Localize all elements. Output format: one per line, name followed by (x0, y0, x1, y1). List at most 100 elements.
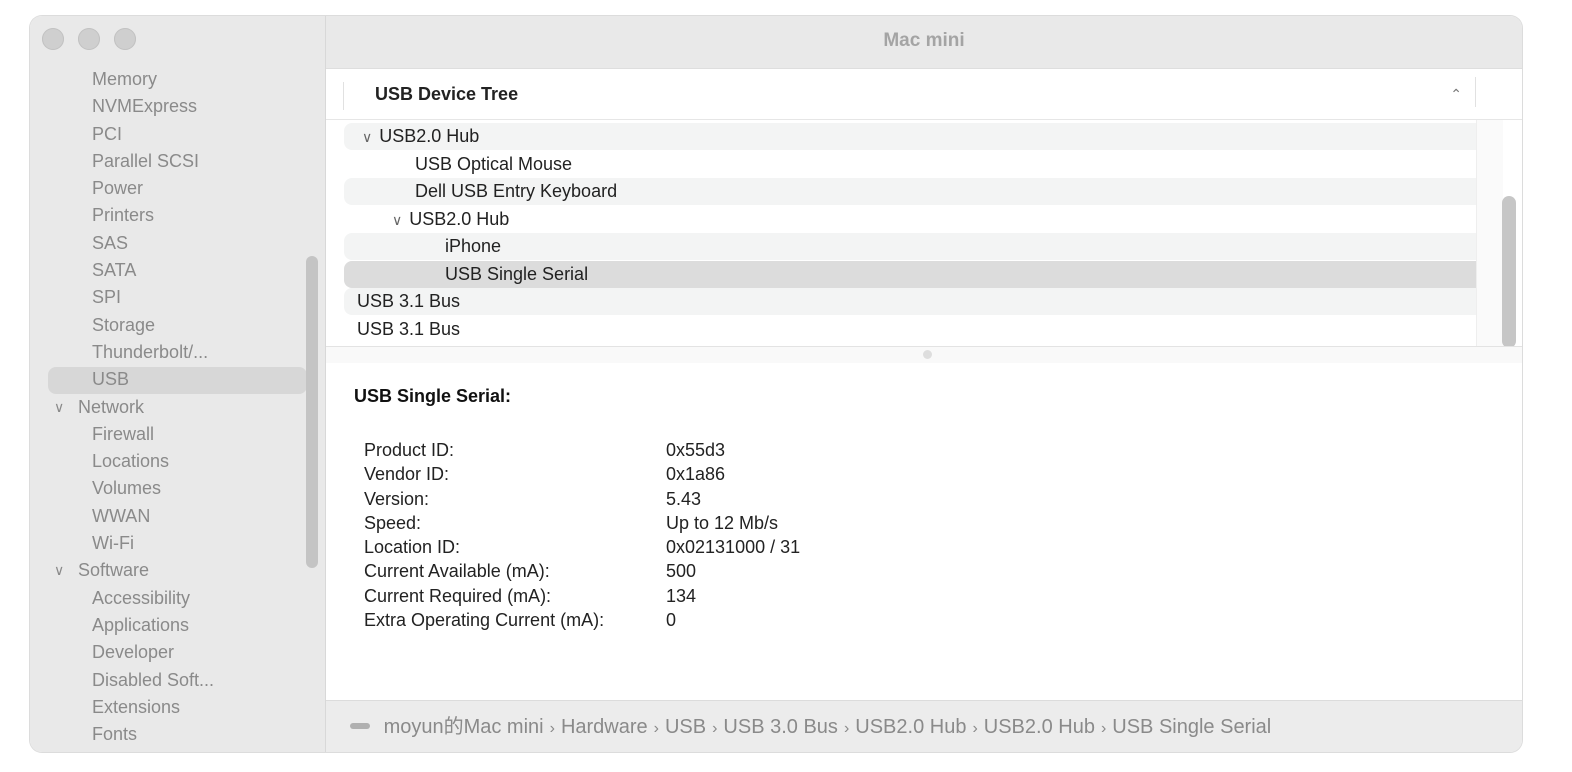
detail-title: USB Single Serial: (354, 386, 512, 406)
sidebar-item-extensions[interactable]: Extensions (30, 694, 325, 721)
sidebar-item-accessibility[interactable]: Accessibility (30, 585, 325, 612)
sidebar-item-volumes[interactable]: Volumes (30, 475, 325, 502)
sidebar-scrollbar[interactable] (306, 256, 318, 568)
breadcrumb-item[interactable]: USB2.0 Hub (984, 716, 1095, 738)
sidebar-item-network[interactable]: ∨ Network (30, 394, 325, 421)
tree-row-label: USB Optical Mouse (415, 153, 573, 174)
sidebar-item-pci[interactable]: PCI (30, 121, 325, 148)
sidebar-item-spi[interactable]: SPI (30, 284, 325, 311)
property-row: Location ID: 0x02131000 / 31 (364, 535, 800, 559)
sidebar-item-label: Network (78, 396, 145, 417)
sidebar-item-label: Firewall (92, 423, 155, 444)
property-row: Speed: Up to 12 Mb/s (364, 511, 800, 535)
sidebar-item-thunderbolt[interactable]: Thunderbolt/... (30, 339, 325, 366)
sidebar-item-usb[interactable]: USB (30, 366, 325, 394)
tree-row[interactable]: ∨ USB2.0 Hub (344, 123, 1476, 150)
sidebar-item-wi-fi[interactable]: Wi-Fi (30, 530, 325, 557)
sidebar-item-label: Memory (92, 69, 158, 89)
property-key: Product ID: (364, 440, 455, 460)
tree-row[interactable]: iPhone (344, 233, 1476, 260)
sidebar-item-label: Printers (92, 205, 155, 226)
sidebar-item-printers[interactable]: Printers (30, 202, 325, 229)
tree-row-label: USB 3.1 Bus (357, 318, 461, 339)
sidebar-item-nvmexpress[interactable]: NVMExpress (30, 93, 325, 120)
divider-handle[interactable] (923, 350, 932, 359)
breadcrumb: moyun的Mac mini › Hardware › USB › USB 3.0 Bus ›… (326, 700, 1522, 752)
sidebar-item-software[interactable]: ∨ Software (30, 557, 325, 584)
close-button[interactable] (42, 28, 64, 50)
sidebar-item-developer[interactable]: Developer (30, 639, 325, 666)
tree-row-label: USB2.0 Hub (409, 208, 510, 229)
breadcrumb-separator: › (653, 720, 659, 737)
sidebar-item-parallel-scsi[interactable]: Parallel SCSI (30, 148, 325, 175)
sidebar-item-locations[interactable]: Locations (30, 448, 325, 475)
tree-header-title: USB Device Tree (375, 84, 519, 104)
sidebar-item-label: SATA (92, 260, 137, 281)
sidebar-item-sas[interactable]: SAS (30, 230, 325, 257)
breadcrumb-item[interactable]: Hardware (561, 716, 648, 738)
sidebar-item-label: Locations (92, 451, 170, 472)
tree-scrollbar[interactable] (1502, 196, 1516, 348)
sidebar-item-applications[interactable]: Applications (30, 612, 325, 639)
sidebar-item-storage[interactable]: Storage (30, 312, 325, 339)
tree-row[interactable]: USB 3.1 Bus (344, 288, 1476, 315)
tree-row[interactable]: USB Optical Mouse (344, 151, 1476, 178)
chevron-down-icon[interactable]: ∨ (54, 394, 64, 421)
breadcrumb-item[interactable]: USB Single Serial (1112, 716, 1271, 738)
tree-row-label: USB Single Serial (445, 263, 589, 284)
sidebar-item-label: NVMExpress (92, 96, 198, 117)
traffic-lights (42, 28, 136, 50)
sidebar-item-label: Disabled Soft... (92, 669, 215, 690)
sidebar-item-disabled-soft[interactable]: Disabled Soft... (30, 667, 325, 694)
chevron-up-icon[interactable]: ⌃ (1450, 69, 1462, 119)
minimize-button[interactable] (78, 28, 100, 50)
property-value: Up to 12 Mb/s (666, 512, 779, 533)
property-key: Vendor ID: (364, 464, 450, 485)
property-value: 0x55d3 (666, 440, 726, 460)
sidebar-item-fonts[interactable]: Fonts (30, 721, 325, 748)
sidebar-item-label: Extensions (92, 696, 181, 717)
breadcrumb-item[interactable]: USB2.0 Hub (855, 716, 966, 738)
column-divider (343, 82, 344, 110)
sidebar-item-sata[interactable]: SATA (30, 257, 325, 284)
tree-row-label: iPhone (445, 236, 502, 256)
breadcrumb-item[interactable]: moyun的Mac mini (384, 716, 544, 738)
tree-row-label: USB2.0 Hub (379, 126, 480, 146)
detail-pane: USB Single Serial: Product ID: 0x55d3 Vend… (326, 363, 1522, 700)
chevron-down-icon[interactable]: ∨ (54, 557, 64, 584)
tree-scrollbar-track (1476, 120, 1503, 346)
disclosure-chevron-icon[interactable]: ∨ (392, 212, 402, 228)
sidebar-item-firewall[interactable]: Firewall (30, 421, 325, 448)
sidebar-item-label: Software (78, 560, 150, 581)
zoom-button[interactable] (114, 28, 136, 50)
sidebar-item-label: Parallel SCSI (92, 150, 200, 171)
breadcrumb-item[interactable]: USB (665, 716, 706, 738)
property-key: Current Available (mA): (364, 561, 550, 582)
tree-row[interactable]: USB 3.1 Bus (344, 316, 1476, 343)
property-row: Extra Operating Current (mA): 0 (364, 608, 800, 632)
property-list: Product ID: 0x55d3 Vendor ID: 0x1a86 Version… (364, 438, 800, 632)
property-value: 0x1a86 (666, 464, 726, 485)
sidebar-item-label: WWAN (92, 505, 151, 526)
sidebar-item-power[interactable]: Power (30, 175, 325, 202)
window-title: Mac mini (326, 16, 1522, 69)
property-row: Current Available (mA): 500 (364, 559, 800, 583)
split-view-divider[interactable] (326, 346, 1522, 364)
sidebar-item-memory[interactable]: Memory (30, 66, 325, 93)
sidebar-item-label: USB (92, 369, 130, 390)
disclosure-chevron-icon[interactable]: ∨ (362, 129, 372, 145)
tree-row[interactable]: USB Single Serial (344, 260, 1476, 288)
tree-row[interactable]: Dell USB Entry Keyboard (344, 178, 1476, 205)
sidebar-item-label: Developer (92, 642, 175, 663)
breadcrumb-separator: › (1100, 720, 1107, 737)
tree-row[interactable]: ∨ USB2.0 Hub (344, 206, 1476, 233)
sidebar-item-wwan[interactable]: WWAN (30, 503, 325, 530)
tree-column-header[interactable]: USB Device Tree ⌃ (326, 69, 1522, 120)
sidebar-item-label: Storage (92, 314, 156, 335)
breadcrumb-item[interactable]: USB 3.0 Bus (723, 716, 838, 738)
sidebar-item-label: Accessibility (92, 587, 191, 608)
sidebar-item-label: Power (92, 178, 144, 199)
mac-mini-icon (350, 722, 370, 729)
property-key: Speed: (364, 512, 422, 533)
breadcrumb-separator: › (549, 720, 555, 737)
